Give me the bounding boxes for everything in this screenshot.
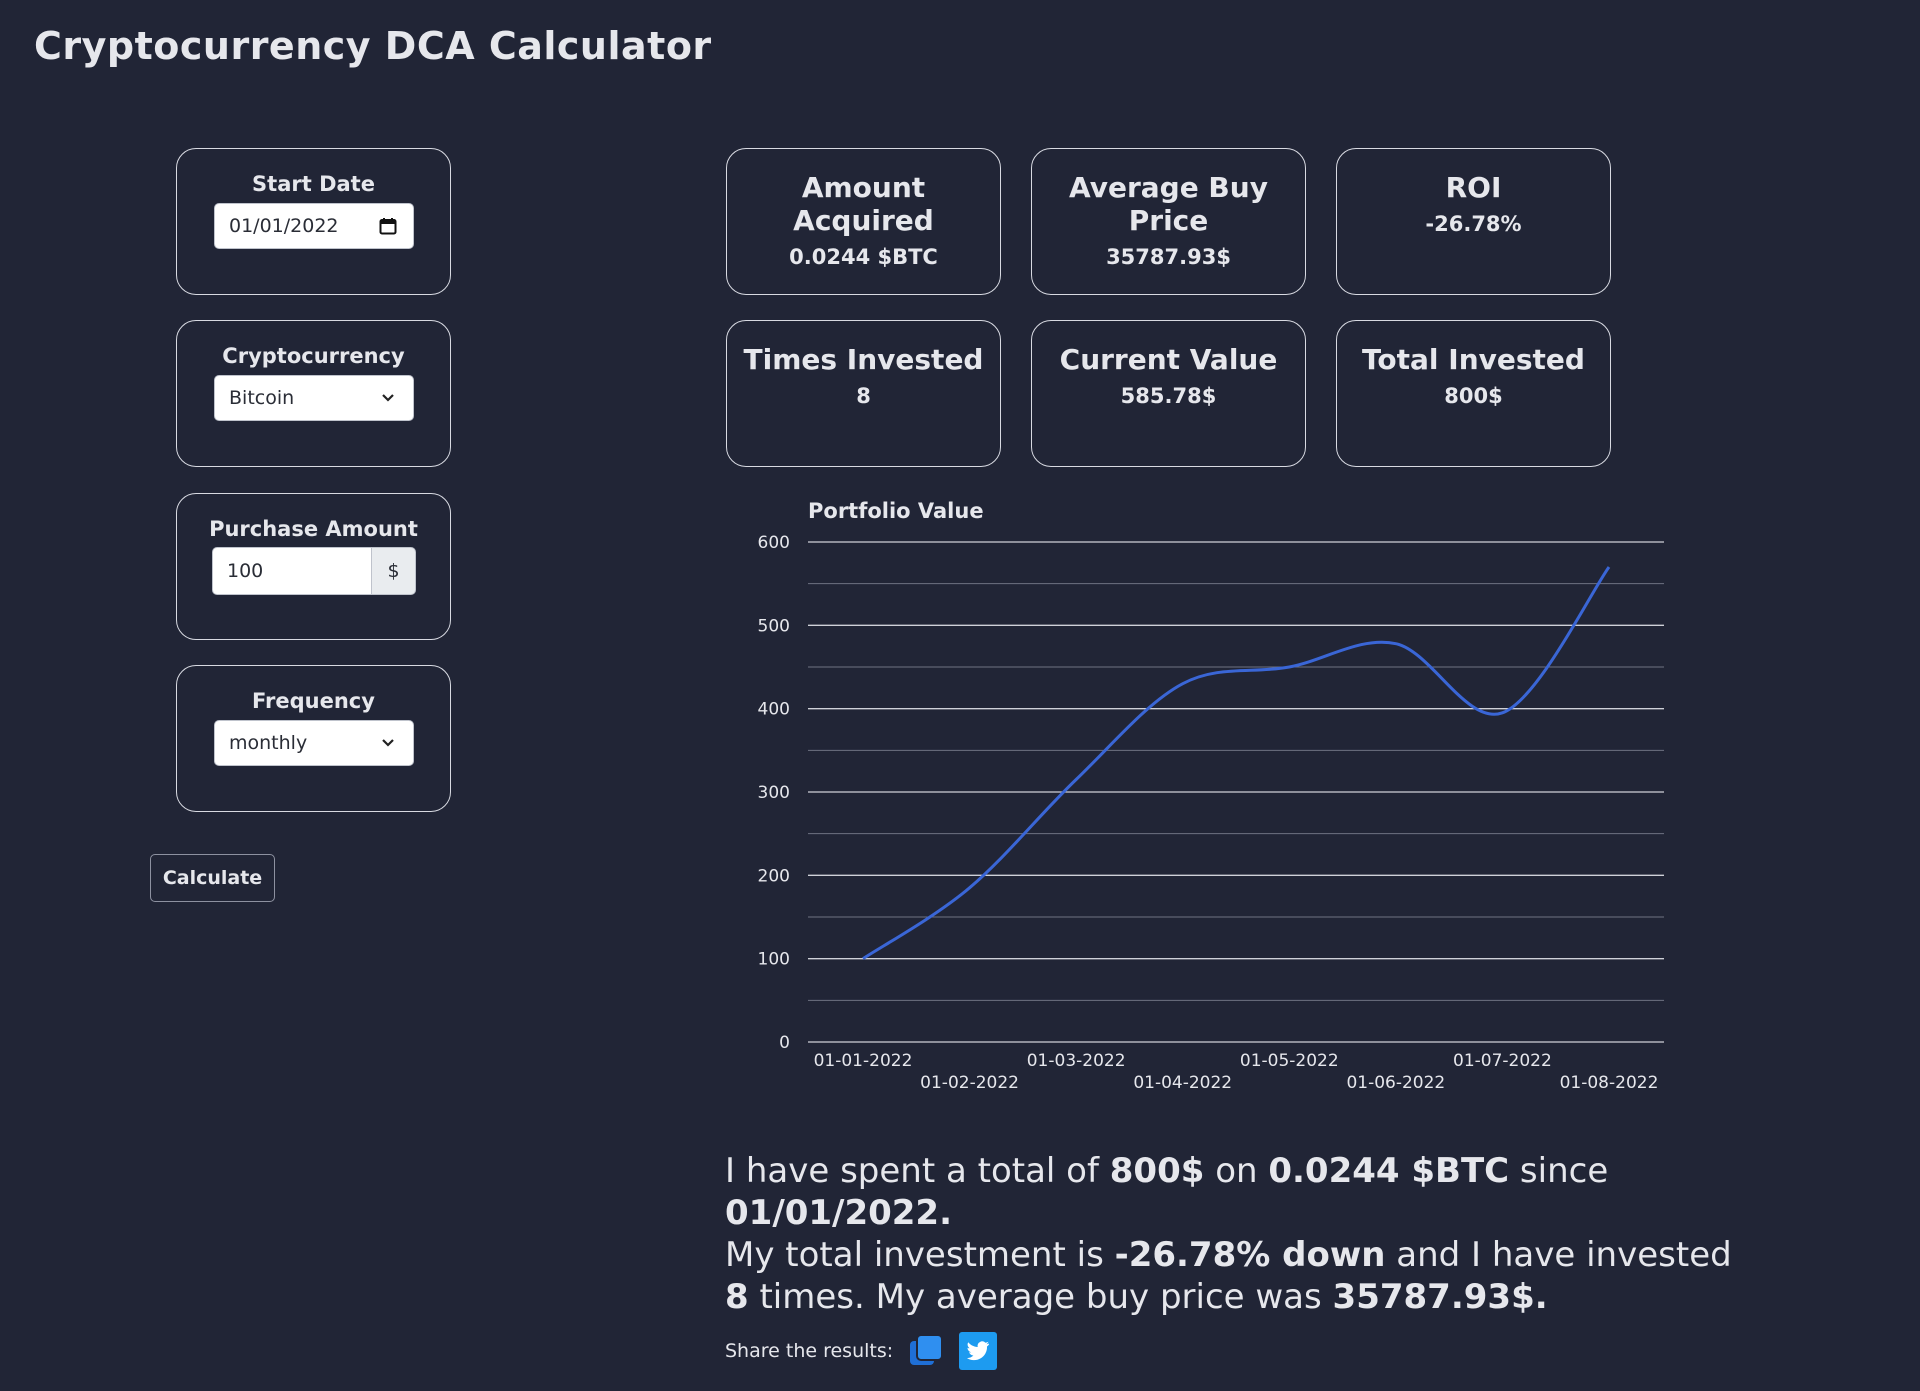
chart-title: Portfolio Value xyxy=(808,499,984,523)
chevron-down-icon xyxy=(377,387,399,409)
stat-label: Amount Acquired xyxy=(793,171,934,237)
frequency-label: Frequency xyxy=(252,689,375,713)
chart-x-tick-label: 01-07-2022 xyxy=(1453,1051,1552,1071)
purchase-amount-card: Purchase Amount 100 $ xyxy=(176,493,451,640)
summary-date: 01/01/2022. xyxy=(725,1193,953,1233)
frequency-value: monthly xyxy=(229,732,308,754)
stat-card-amount-acquired: Amount Acquired 0.0244 $BTC xyxy=(726,148,1001,295)
stat-label: Times Invested xyxy=(743,343,984,376)
chart-x-tick-label: 01-04-2022 xyxy=(1133,1073,1232,1093)
portfolio-chart: Portfolio Value 0 100 200 300 400 500 600 01-01-… xyxy=(740,490,1680,1100)
share-row: Share the results: xyxy=(725,1332,998,1370)
calculate-button[interactable]: Calculate xyxy=(150,854,275,902)
chart-x-tick-label: 01-02-2022 xyxy=(920,1073,1019,1093)
summary-total: 800$ xyxy=(1109,1151,1205,1191)
start-date-card: Start Date 01/01/2022 xyxy=(176,148,451,295)
summary-avg: 35787.93$. xyxy=(1332,1277,1548,1317)
chart-y-tick-label: 100 xyxy=(758,950,790,970)
chart-x-tick-label: 01-03-2022 xyxy=(1027,1051,1126,1071)
stat-value: 35787.93$ xyxy=(1106,245,1231,269)
summary-amount: 0.0244 $BTC xyxy=(1268,1151,1510,1191)
calendar-icon[interactable] xyxy=(377,215,399,237)
purchase-amount-group: 100 $ xyxy=(212,547,416,595)
stat-label: ROI xyxy=(1445,171,1502,204)
chart-x-tick-label: 01-08-2022 xyxy=(1560,1073,1659,1093)
cryptocurrency-select[interactable]: Bitcoin xyxy=(214,375,414,421)
summary-part: on xyxy=(1204,1151,1269,1191)
summary-part: and I have invested xyxy=(1385,1235,1732,1275)
chart-y-tick-label: 400 xyxy=(758,700,790,720)
purchase-amount-input[interactable]: 100 xyxy=(212,547,372,595)
share-label: Share the results: xyxy=(725,1340,894,1362)
chart-y-tick-label: 300 xyxy=(758,783,790,803)
summary-roi: -26.78% down xyxy=(1114,1235,1386,1275)
chart-y-tick-label: 600 xyxy=(758,533,790,553)
currency-addon: $ xyxy=(372,547,416,595)
chart-y-tick-label: 500 xyxy=(758,616,790,636)
start-date-value: 01/01/2022 xyxy=(229,215,339,237)
stat-value: 8 xyxy=(856,384,871,408)
stat-label: Total Invested xyxy=(1362,343,1585,376)
start-date-input[interactable]: 01/01/2022 xyxy=(214,203,414,249)
chart-y-tick-label: 0 xyxy=(779,1033,790,1053)
stat-value: 0.0244 $BTC xyxy=(789,245,938,269)
chart-y-tick-label: 200 xyxy=(758,866,790,886)
purchase-amount-label: Purchase Amount xyxy=(209,517,418,541)
chart-x-tick-label: 01-06-2022 xyxy=(1346,1073,1445,1093)
stat-card-total-invested: Total Invested 800$ xyxy=(1336,320,1611,467)
summary-part: since xyxy=(1509,1151,1609,1191)
page-title: Cryptocurrency DCA Calculator xyxy=(34,24,712,68)
frequency-select[interactable]: monthly xyxy=(214,720,414,766)
summary-part: times. My average buy price was xyxy=(748,1277,1333,1317)
cryptocurrency-card: Cryptocurrency Bitcoin xyxy=(176,320,451,467)
chevron-down-icon xyxy=(377,732,399,754)
summary-text: I have spent a total of 800$ on 0.0244 $… xyxy=(725,1150,1735,1318)
stat-value: 585.78$ xyxy=(1120,384,1217,408)
stat-value: -26.78% xyxy=(1425,212,1522,236)
copy-icon[interactable] xyxy=(907,1332,945,1370)
cryptocurrency-value: Bitcoin xyxy=(229,387,295,409)
stat-card-roi: ROI -26.78% xyxy=(1336,148,1611,295)
stat-value: 800$ xyxy=(1444,384,1503,408)
start-date-label: Start Date xyxy=(252,172,375,196)
stat-label: Current Value xyxy=(1059,343,1278,376)
stat-card-average-buy-price: Average Buy Price 35787.93$ xyxy=(1031,148,1306,295)
stat-label: Average Buy Price xyxy=(1069,171,1268,237)
stat-card-times-invested: Times Invested 8 xyxy=(726,320,1001,467)
chart-x-tick-label: 01-01-2022 xyxy=(814,1051,913,1071)
frequency-card: Frequency monthly xyxy=(176,665,451,812)
stat-card-current-value: Current Value 585.78$ xyxy=(1031,320,1306,467)
summary-part: I have spent a total of xyxy=(725,1151,1110,1191)
portfolio-chart-svg: Portfolio Value 0 100 200 300 400 500 600 01-01-… xyxy=(758,499,1664,1093)
cryptocurrency-label: Cryptocurrency xyxy=(222,344,405,368)
summary-times: 8 xyxy=(725,1277,749,1317)
chart-x-tick-label: 01-05-2022 xyxy=(1240,1051,1339,1071)
summary-part: My total investment is xyxy=(725,1235,1115,1275)
twitter-icon[interactable] xyxy=(959,1332,998,1370)
